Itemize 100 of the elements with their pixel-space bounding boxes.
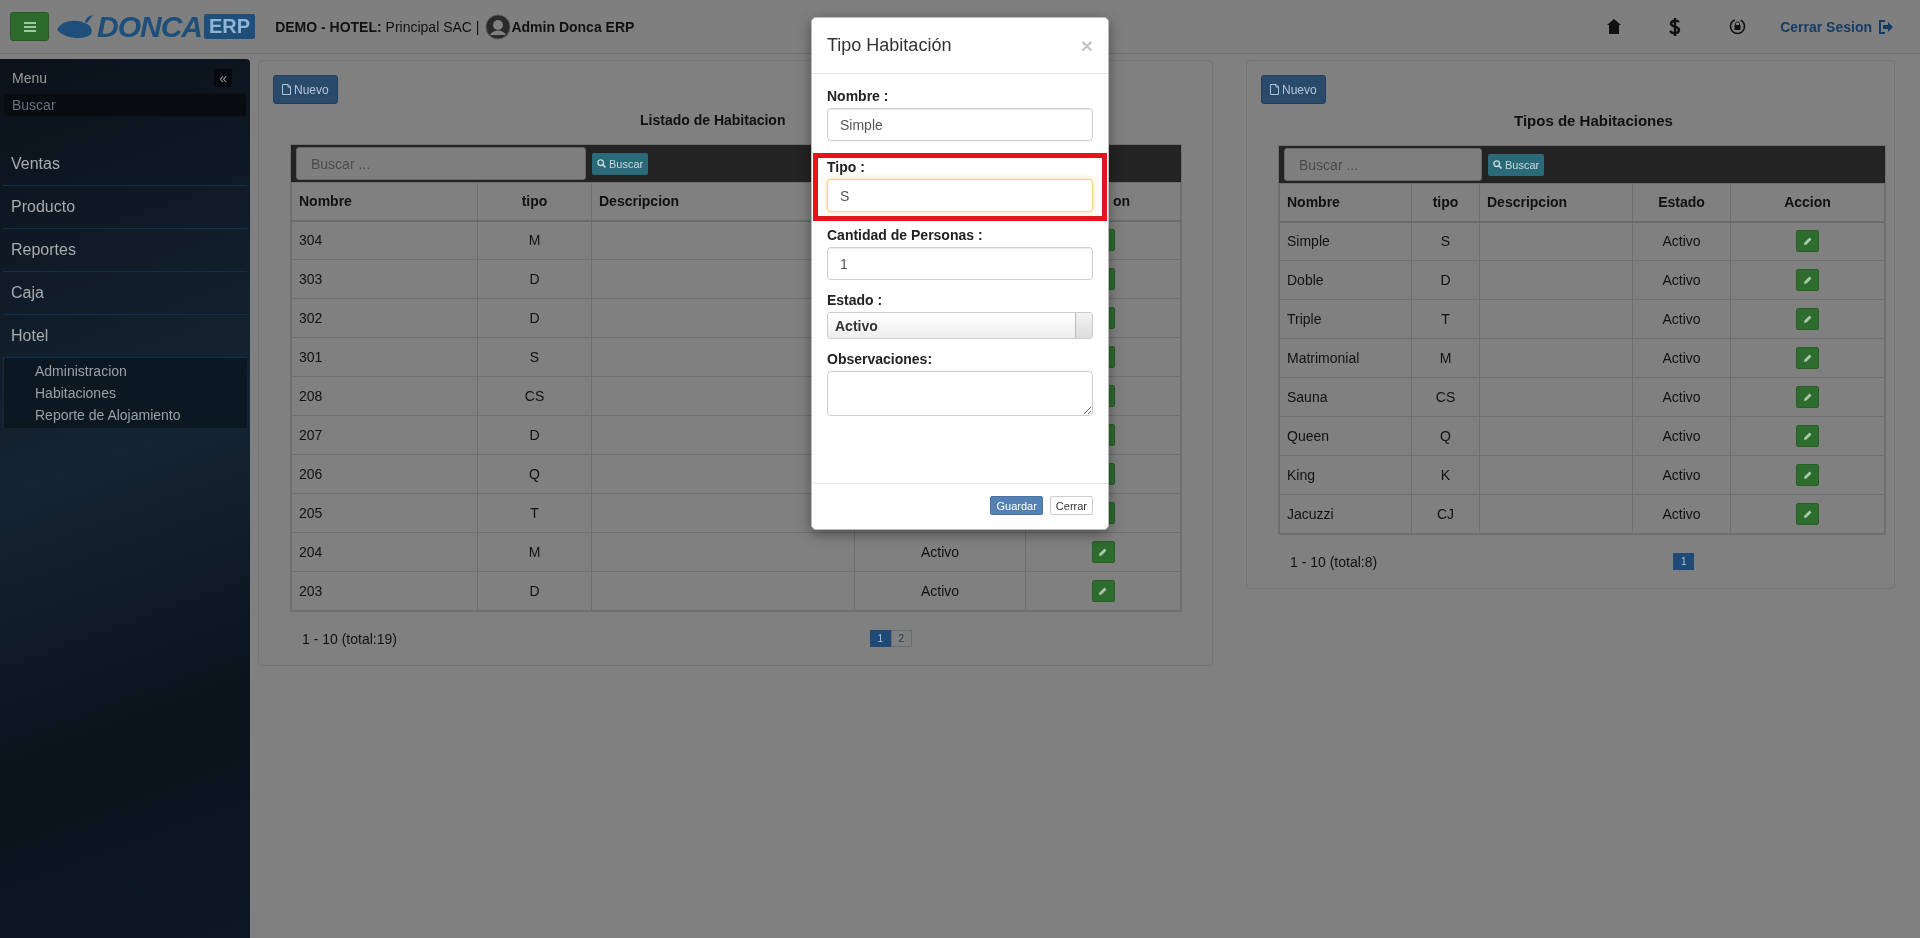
table-cell: Triple — [1279, 299, 1412, 339]
pencil-icon — [1802, 314, 1813, 324]
column-header: Estado — [1632, 183, 1731, 222]
submenu-item[interactable]: Habitaciones — [4, 382, 247, 404]
sidebar-search-field[interactable]: Buscar — [3, 93, 247, 117]
table-cell: T — [477, 493, 592, 533]
pencil-icon — [1802, 509, 1813, 519]
table-cell: 301 — [291, 337, 478, 377]
table-cell: Activo — [1632, 221, 1731, 261]
pencil-icon — [1802, 353, 1813, 363]
menu-button[interactable] — [10, 12, 49, 41]
column-header: Nombre — [291, 182, 478, 221]
pencil-icon — [1098, 547, 1108, 557]
user-name: Admin Donca ERP — [511, 18, 635, 35]
pencil-icon — [1802, 431, 1813, 441]
table-cell: Matrimonial — [1279, 338, 1412, 378]
edit-button[interactable] — [1796, 230, 1819, 253]
table-cell: Activo — [1632, 299, 1731, 339]
table-cell: K — [1411, 455, 1480, 495]
table-cell: T — [1411, 299, 1480, 339]
edit-button[interactable] — [1796, 464, 1819, 486]
edit-button[interactable] — [1091, 541, 1115, 563]
document-icon — [1270, 84, 1279, 95]
company-label: DEMO - HOTEL: Principal SAC | — [275, 18, 480, 35]
table-cell: CS — [1411, 377, 1480, 417]
new-button[interactable]: Nuevo — [1261, 75, 1326, 104]
table-cell: D — [477, 415, 592, 455]
home-icon — [1607, 19, 1622, 34]
table-cell: Simple — [1279, 221, 1412, 261]
input-field[interactable]: 1 — [827, 247, 1093, 280]
textarea-field[interactable] — [827, 371, 1093, 416]
table-cell: 207 — [291, 415, 478, 455]
table-cell: Activo — [1632, 260, 1731, 300]
table-cell: Activo — [1632, 377, 1731, 417]
column-header: Nombre — [1279, 183, 1412, 222]
field-label: Nombre : — [827, 88, 890, 104]
column-header: tipo — [477, 182, 592, 221]
edit-button[interactable] — [1091, 580, 1115, 602]
panel-title: Tipos de Habitaciones — [1513, 112, 1674, 129]
record-count: 1 - 10 (total:19) — [301, 630, 398, 647]
column-header: Descripcion — [1479, 183, 1633, 222]
table-cell: M — [1411, 338, 1480, 378]
input-field[interactable]: S — [827, 179, 1093, 212]
table-cell: Activo — [1632, 455, 1731, 495]
table-cell: 206 — [291, 454, 478, 494]
new-button[interactable]: Nuevo — [273, 75, 338, 104]
table-cell: D — [477, 571, 592, 611]
edit-button[interactable] — [1796, 308, 1819, 330]
page-button[interactable]: 1 — [1673, 553, 1695, 570]
sidebar-item[interactable]: Caja — [3, 272, 247, 315]
column-header: tipo — [1411, 183, 1480, 222]
page-button[interactable]: 1 — [869, 630, 891, 647]
sidebar-item[interactable]: Reportes — [3, 229, 247, 272]
edit-button[interactable] — [1796, 503, 1819, 525]
table-cell: Doble — [1279, 260, 1412, 300]
edit-button[interactable] — [1796, 347, 1819, 369]
dialog-title: Tipo Habitación — [827, 35, 952, 56]
table-cell: Activo — [854, 532, 1026, 572]
table-cell: CS — [477, 376, 592, 416]
table-cell: Activo — [854, 571, 1026, 611]
close-dialog-button[interactable]: Cerrar — [1049, 496, 1093, 515]
edit-button[interactable] — [1796, 386, 1819, 408]
column-header: Accion — [1730, 183, 1885, 222]
table-cell: King — [1279, 455, 1412, 495]
table-cell: M — [477, 220, 592, 260]
pencil-icon — [1802, 236, 1813, 247]
sidebar-item[interactable]: Ventas — [3, 143, 247, 186]
sidebar-item[interactable]: Producto — [3, 186, 247, 229]
edit-button[interactable] — [1796, 425, 1819, 447]
table-cell: 203 — [291, 571, 478, 611]
table-cell: 208 — [291, 376, 478, 416]
select-field[interactable]: Activo — [827, 312, 1093, 339]
sidebar-title: Menu — [12, 70, 48, 86]
submenu-item[interactable]: Reporte de Alojamiento — [4, 404, 247, 426]
record-count: 1 - 10 (total:8) — [1289, 553, 1379, 570]
collapse-button[interactable]: « — [214, 69, 232, 87]
search-button[interactable]: Buscar — [1488, 153, 1545, 176]
table-cell: Sauna — [1279, 377, 1412, 417]
table-cell: 204 — [291, 532, 478, 572]
table-cell: Jacuzzi — [1279, 494, 1412, 534]
submenu-item[interactable]: Administracion — [4, 360, 247, 382]
table-cell: D — [477, 298, 592, 338]
dollar-icon — [1669, 17, 1682, 36]
logo-text: DONCA — [97, 9, 202, 44]
table-cell: 303 — [291, 259, 478, 299]
table-cell: CJ — [1411, 494, 1480, 534]
search-icon — [1493, 160, 1502, 169]
input-field[interactable]: Simple — [827, 108, 1093, 141]
table-cell: D — [477, 259, 592, 299]
field-label: Cantidad de Personas : — [827, 227, 984, 243]
table-cell: S — [1411, 221, 1480, 261]
search-button[interactable]: Buscar — [592, 152, 649, 175]
pencil-icon — [1802, 470, 1813, 480]
pencil-icon — [1098, 586, 1108, 596]
edit-button[interactable] — [1796, 269, 1819, 291]
save-button[interactable]: Guardar — [990, 496, 1043, 515]
search-icon — [597, 159, 606, 168]
field-label: Estado : — [827, 292, 884, 308]
table-cell: Q — [1411, 416, 1480, 456]
table-cell: 205 — [291, 493, 478, 533]
